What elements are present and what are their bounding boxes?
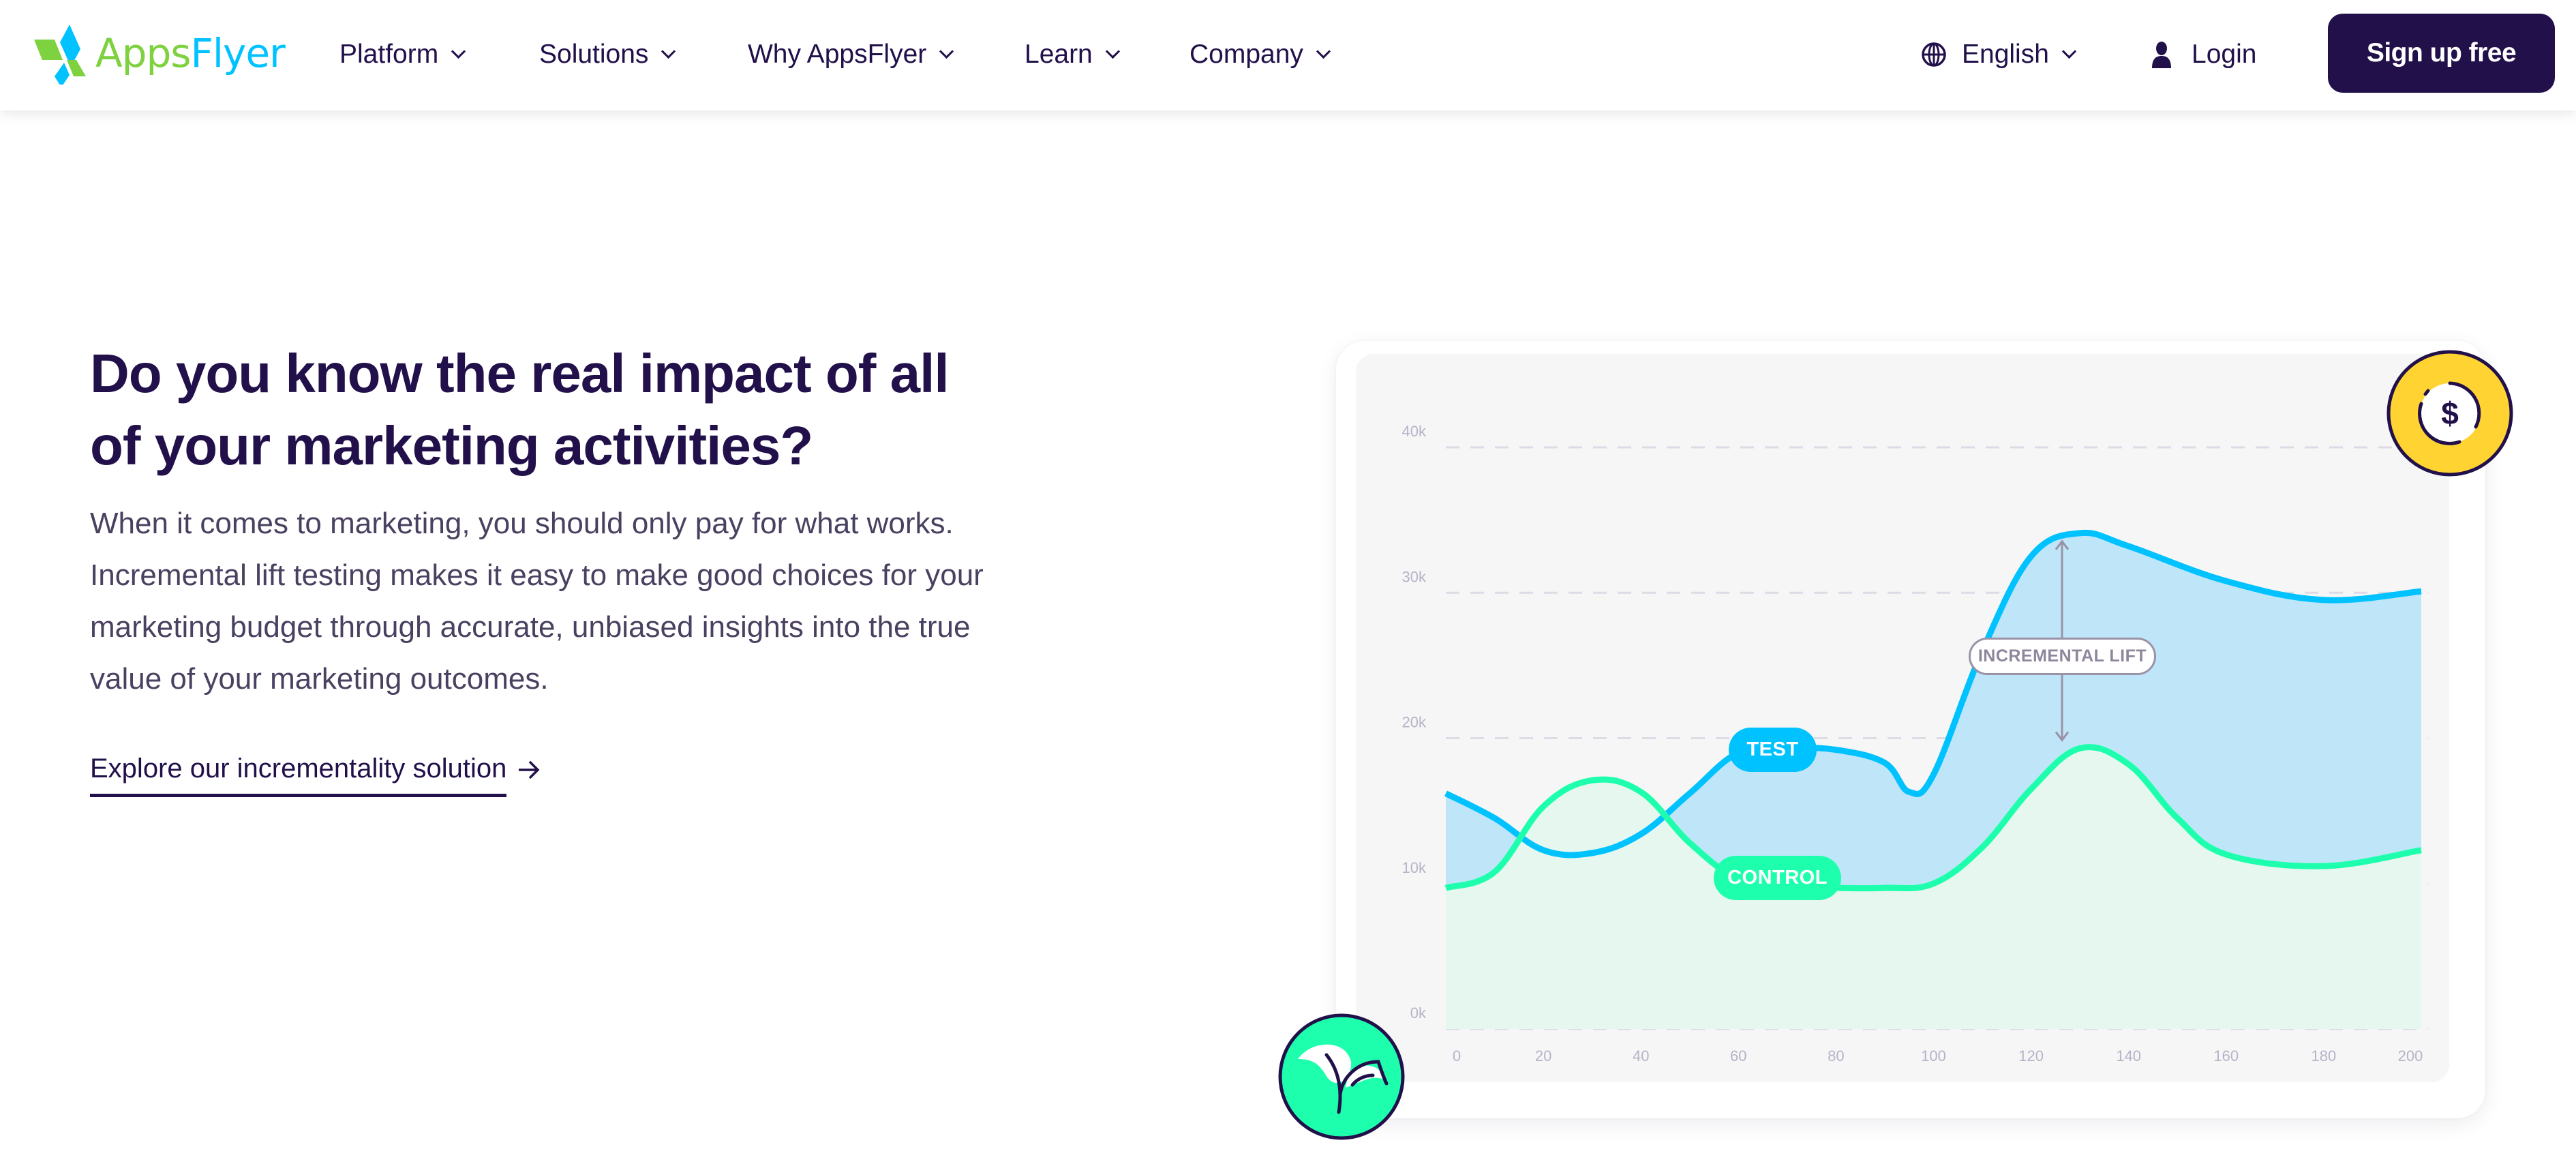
language-label: English	[1962, 40, 2049, 69]
appsflyer-logo[interactable]: AppsFlyer	[31, 20, 286, 86]
chevron-down-icon	[451, 44, 466, 59]
sign-up-button[interactable]: Sign up free	[2328, 14, 2555, 93]
globe-icon	[1922, 42, 1946, 67]
nav-item-learn[interactable]: Learn	[1025, 35, 1120, 74]
nav-item-company[interactable]: Company	[1189, 35, 1331, 74]
test-series-label: TEST	[1729, 728, 1817, 772]
chevron-down-icon	[2061, 44, 2077, 59]
nav-item-solutions[interactable]: Solutions	[539, 35, 676, 74]
logo-wordmark: AppsFlyer	[95, 30, 286, 76]
chevron-down-icon	[661, 44, 676, 59]
chart-panel	[1356, 354, 2449, 1082]
hero-title: Do you know the real impact of all of yo…	[90, 338, 1112, 482]
chevron-down-icon	[1105, 44, 1120, 59]
arrow-right-icon	[519, 760, 540, 779]
nav-item-label: Learn	[1025, 40, 1093, 69]
hero-description: When it comes to marketing, you should o…	[90, 498, 1078, 705]
nav-item-why-appsflyer[interactable]: Why AppsFlyer	[748, 35, 954, 74]
nav-item-label: Platform	[339, 40, 439, 69]
explore-incrementality-link[interactable]: Explore our incrementality solution	[90, 753, 541, 797]
cta-label: Explore our incrementality solution	[90, 753, 507, 797]
language-selector[interactable]: English	[1921, 35, 2077, 74]
user-icon	[2152, 42, 2171, 68]
nav-item-label: Company	[1189, 40, 1303, 69]
hero-description-line: Incremental lift testing makes it easy t…	[90, 558, 984, 592]
login-label: Login	[2192, 40, 2257, 69]
top-navbar: AppsFlyer Platform Solutions Why AppsFly…	[0, 0, 2576, 110]
dollar-coin-icon: $	[2386, 350, 2513, 477]
svg-text:$: $	[2441, 396, 2459, 431]
incremental-lift-label: INCREMENTAL LIFT	[1969, 638, 2156, 675]
nav-item-label: Solutions	[539, 40, 649, 69]
nav-item-label: Why AppsFlyer	[748, 40, 927, 69]
hero-title-line: of your marketing activities?	[90, 415, 813, 476]
control-series-label: CONTROL	[1714, 856, 1841, 900]
chevron-down-icon	[1316, 44, 1331, 59]
hero-description-line: marketing budget through accurate, unbia…	[90, 610, 971, 644]
appsflyer-logo-icon	[34, 25, 86, 85]
sprout-icon	[1278, 1013, 1405, 1140]
chevron-down-icon	[939, 44, 954, 59]
hero-description-line: When it comes to marketing, you should o…	[90, 507, 954, 540]
hero-title-line: Do you know the real impact of all	[90, 343, 950, 404]
nav-item-platform[interactable]: Platform	[339, 35, 466, 74]
hero-description-line: value of your marketing outcomes.	[90, 662, 549, 696]
login-link[interactable]: Login	[2151, 35, 2256, 74]
